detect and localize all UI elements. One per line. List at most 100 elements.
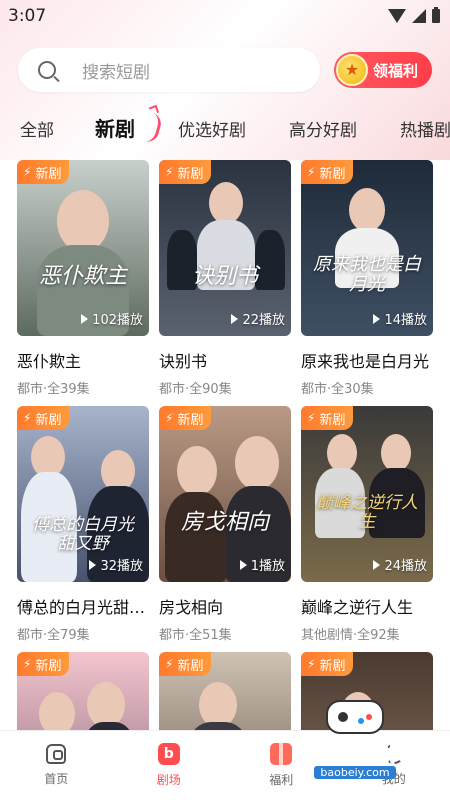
drama-title[interactable]: 原来我也是白月光 [301,348,433,372]
poster-title: 恶仆欺主 [38,264,127,289]
bolt-icon: ⚡ [23,657,32,671]
new-badge: ⚡ 新剧 [159,160,212,184]
play-count: 32播放 [89,555,143,574]
play-icon [373,313,381,324]
poster-figure [327,434,357,472]
search-placeholder: 搜索短剧 [82,62,150,83]
active-tab-decoration-arrow [148,104,160,116]
reward-label: 领福利 [373,61,419,80]
drama-card[interactable]: ⚡ 新剧 巅峰之逆行人生 24播放 巅峰之逆行人生 其他剧情·全92集 [301,406,433,643]
bolt-icon: ⚡ [165,165,174,179]
drama-title[interactable]: 房戈相向 [159,594,291,618]
poster-title: 巅峰之逆行人生 [316,493,418,532]
play-count: 24播放 [373,555,427,574]
drama-title[interactable]: 恶仆欺主 [17,348,149,372]
bolt-icon: ⚡ [307,165,316,179]
play-count-text: 1播放 [250,559,285,574]
status-icons [388,7,440,23]
bolt-icon: ⚡ [23,411,32,425]
gift-icon [270,743,293,765]
play-icon [239,559,247,570]
bolt-icon: ⚡ [307,411,316,425]
drama-title[interactable]: 诀别书 [159,348,291,372]
new-badge: ⚡ 新剧 [159,652,212,676]
drama-poster[interactable]: ⚡ 新剧 恶仆欺主 102播放 [17,160,149,336]
bolt-icon: ⚡ [165,657,174,671]
play-count-text: 102播放 [92,313,143,328]
status-time: 3:07 [8,6,47,26]
new-badge: ⚡ 新剧 [17,652,70,676]
new-badge: ⚡ 新剧 [17,406,70,430]
home-icon [46,744,67,764]
poster-figure [57,190,109,252]
new-badge: ⚡ 新剧 [301,652,354,676]
badge-label: 新剧 [35,412,62,428]
nav-theater[interactable]: b 剧场 [113,731,226,800]
get-reward-button[interactable]: ★ 领福利 [334,52,432,88]
battery-icon [432,7,440,23]
drama-card[interactable]: ⚡ 新剧 诀别书 22播放 诀别书 都市·全90集 [159,160,291,397]
play-count: 1播放 [239,555,285,574]
watermark-text: 宝贝游戏网 [297,742,413,768]
tab-hot[interactable]: 热播剧 [400,116,450,141]
drama-card[interactable]: ⚡ 新剧 房戈相向 1播放 房戈相向 都市·全51集 [159,406,291,643]
star-coin-icon: ★ [336,54,368,86]
active-tab-decoration [134,109,164,145]
play-count-text: 14播放 [384,313,427,328]
gamepad-icon [326,700,384,734]
nav-label: 首页 [44,772,69,786]
search-icon [38,61,56,79]
search-input[interactable]: 搜索短剧 [18,48,320,92]
new-badge: ⚡ 新剧 [17,160,70,184]
new-badge: ⚡ 新剧 [159,406,212,430]
badge-label: 新剧 [35,658,62,674]
badge-label: 新剧 [319,658,346,674]
poster-figure-body [165,492,227,582]
drama-poster[interactable]: ⚡ 新剧 原来我也是白月光 14播放 [301,160,433,336]
tab-selected[interactable]: 优选好剧 [178,116,246,141]
drama-meta: 都市·全39集 [17,382,90,397]
badge-label: 新剧 [35,166,62,182]
bolt-icon: ⚡ [307,657,316,671]
play-count-text: 22播放 [242,313,285,328]
poster-figure [349,188,385,232]
drama-poster[interactable]: ⚡ 新剧 巅峰之逆行人生 24播放 [301,406,433,582]
tab-all[interactable]: 全部 [20,116,54,141]
signal-icon [412,9,426,23]
drama-meta: 都市·全79集 [17,628,90,643]
tab-high-rated[interactable]: 高分好剧 [289,116,357,141]
drama-title[interactable]: 巅峰之逆行人生 [301,594,433,618]
play-icon [231,313,239,324]
play-icon [89,559,97,570]
play-icon [81,313,89,324]
play-count: 22播放 [231,309,285,328]
drama-card[interactable]: ⚡ 新剧 原来我也是白月光 14播放 原来我也是白月光 都市·全30集 [301,160,433,397]
poster-figure [235,436,279,490]
bolt-icon: ⚡ [165,411,174,425]
bolt-icon: ⚡ [23,165,32,179]
nav-label: 剧场 [156,773,181,787]
drama-poster[interactable]: ⚡ 新剧 诀别书 22播放 [159,160,291,336]
new-badge: ⚡ 新剧 [301,406,354,430]
poster-figure [177,446,217,496]
poster-figure [209,182,243,224]
drama-meta: 都市·全90集 [159,382,232,397]
drama-title[interactable]: 傅总的白月光甜… [17,594,149,618]
drama-card[interactable]: ⚡ 新剧 恶仆欺主 102播放 恶仆欺主 都市·全39集 [17,160,149,397]
badge-label: 新剧 [177,412,204,428]
drama-meta: 其他剧情·全92集 [301,628,400,643]
poster-title: 原来我也是白月光 [313,254,421,295]
drama-poster[interactable]: ⚡ 新剧 傅总的白月光甜又野 32播放 [17,406,149,582]
poster-figure [381,434,411,472]
watermark: 宝贝游戏网 baobeiy.com [290,700,420,780]
poster-title: 房戈相向 [180,510,269,535]
drama-meta: 都市·全51集 [159,628,232,643]
wifi-icon [388,9,406,23]
play-count: 102播放 [81,309,143,328]
drama-poster[interactable]: ⚡ 新剧 房戈相向 1播放 [159,406,291,582]
nav-home[interactable]: 首页 [0,731,113,800]
poster-title: 诀别书 [191,264,258,289]
tab-new[interactable]: 新剧 [95,113,135,142]
drama-card[interactable]: ⚡ 新剧 傅总的白月光甜又野 32播放 傅总的白月光甜… 都市·全79集 [17,406,149,643]
play-count-text: 32播放 [100,559,143,574]
